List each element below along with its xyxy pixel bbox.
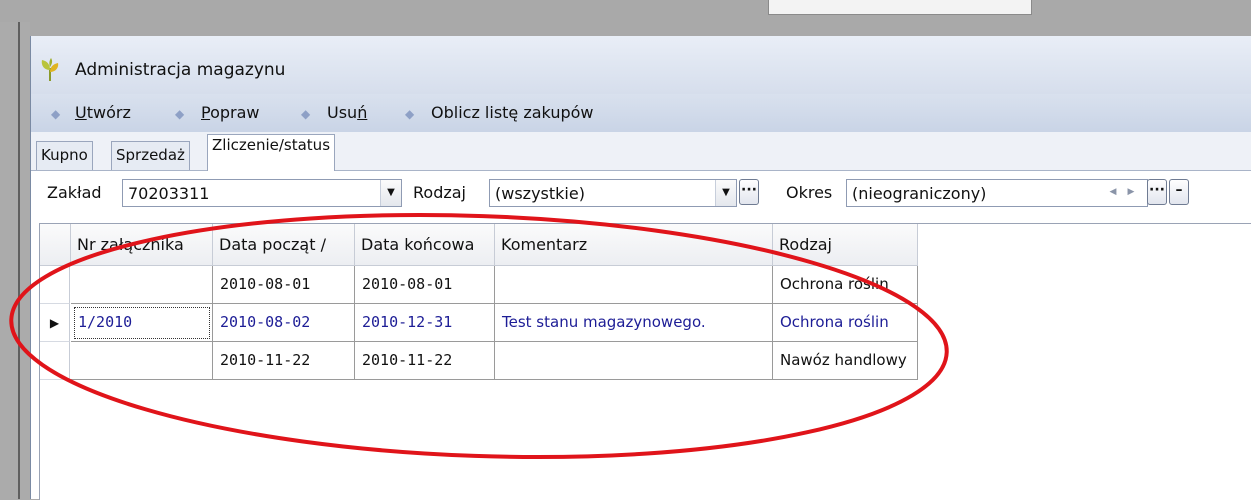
cell-end[interactable]: 2010-08-01 bbox=[355, 266, 495, 304]
cell-nr[interactable] bbox=[71, 342, 213, 380]
edit-accel: P bbox=[201, 103, 211, 122]
create-button[interactable]: Utwórz bbox=[75, 103, 131, 122]
zaklad-label: Zakład bbox=[47, 183, 102, 202]
col-header-nr[interactable]: Nr załącznika bbox=[71, 224, 213, 266]
desktop-background bbox=[0, 0, 1251, 36]
cell-comment[interactable] bbox=[495, 266, 773, 304]
rodzaj-browse-button[interactable]: ··· bbox=[739, 179, 759, 205]
col-header-start[interactable]: Data począt / bbox=[213, 224, 355, 266]
rodzaj-label: Rodzaj bbox=[413, 183, 466, 202]
cell-type[interactable]: Ochrona roślin bbox=[773, 266, 918, 304]
tab-zliczenie-status[interactable]: Zliczenie/status bbox=[207, 134, 336, 171]
plant-leaf-icon bbox=[39, 58, 61, 86]
col-header-end[interactable]: Data końcowa bbox=[355, 224, 495, 266]
cell-end[interactable]: 2010-11-22 bbox=[355, 342, 495, 380]
cell-comment[interactable]: Test stanu magazynowego. bbox=[495, 304, 773, 342]
cell-start[interactable]: 2010-11-22 bbox=[213, 342, 355, 380]
delete-accel: ń bbox=[357, 103, 368, 122]
okres-clear-button[interactable]: – bbox=[1169, 179, 1189, 205]
calculate-purchase-list-button[interactable]: Oblicz listę zakupów bbox=[431, 103, 594, 122]
zaklad-combo[interactable]: 70203311 ▼ bbox=[122, 179, 402, 207]
title-bar: Administracja magazynu bbox=[31, 36, 1251, 94]
cell-comment[interactable] bbox=[495, 342, 773, 380]
delete-label: Usu bbox=[327, 103, 358, 122]
chevron-down-icon[interactable]: ▼ bbox=[715, 180, 736, 206]
okres-value: (nieograniczony) bbox=[852, 184, 987, 203]
cell-end[interactable]: 2010-12-31 bbox=[355, 304, 495, 342]
cell-type[interactable]: Nawóz handlowy bbox=[773, 342, 918, 380]
edit-label: opraw bbox=[210, 103, 260, 122]
okres-field[interactable]: (nieograniczony) bbox=[846, 179, 1148, 207]
create-label: twórz bbox=[86, 103, 131, 122]
cell-start[interactable]: 2010-08-02 bbox=[213, 304, 355, 342]
col-header-comment[interactable]: Komentarz bbox=[495, 224, 773, 266]
current-row-arrow-icon: ▶ bbox=[40, 304, 70, 342]
bullet-icon: ◆ bbox=[51, 107, 61, 121]
zaklad-value: 70203311 bbox=[128, 184, 210, 203]
row-indicator-header bbox=[40, 224, 71, 266]
tab-kupno[interactable]: Kupno bbox=[36, 141, 93, 170]
frame-border bbox=[18, 22, 20, 499]
create-accel: U bbox=[75, 103, 87, 122]
cell-nr[interactable]: 1/2010 bbox=[71, 304, 213, 342]
cell-type[interactable]: Ochrona roślin bbox=[773, 304, 918, 342]
data-grid: Nr załącznika Data począt / Data końcowa… bbox=[39, 223, 1251, 500]
rodzaj-value: (wszystkie) bbox=[495, 184, 585, 203]
bullet-icon: ◆ bbox=[301, 107, 311, 121]
tab-strip: Kupno Sprzedaż Zliczenie/status bbox=[31, 132, 1251, 171]
filter-bar: Zakład 70203311 ▼ Rodzaj (wszystkie) ▼ ·… bbox=[31, 171, 1251, 215]
col-header-type[interactable]: Rodzaj bbox=[773, 224, 918, 266]
cell-nr[interactable] bbox=[71, 266, 213, 304]
row-indicator bbox=[40, 342, 70, 380]
cell-start[interactable]: 2010-08-01 bbox=[213, 266, 355, 304]
okres-browse-button[interactable]: ··· bbox=[1147, 179, 1167, 205]
warehouse-admin-window: Administracja magazynu ◆ Utwórz ◆ Popraw… bbox=[30, 36, 1251, 500]
next-period-icon[interactable]: ▶ bbox=[1124, 183, 1138, 201]
okres-label: Okres bbox=[786, 183, 833, 202]
outer-frame bbox=[0, 22, 30, 499]
previous-period-icon[interactable]: ◀ bbox=[1106, 183, 1120, 201]
command-toolbar: ◆ Utwórz ◆ Popraw ◆ Usuń ◆ Oblicz listę … bbox=[31, 94, 1251, 133]
row-indicator bbox=[40, 266, 70, 304]
edit-button[interactable]: Popraw bbox=[201, 103, 260, 122]
window-title: Administracja magazynu bbox=[75, 60, 286, 80]
rodzaj-combo[interactable]: (wszystkie) ▼ bbox=[489, 179, 737, 207]
bullet-icon: ◆ bbox=[405, 107, 415, 121]
background-window-edge bbox=[768, 0, 1032, 15]
tab-sprzedaz[interactable]: Sprzedaż bbox=[111, 141, 190, 170]
bullet-icon: ◆ bbox=[175, 107, 185, 121]
chevron-down-icon[interactable]: ▼ bbox=[380, 180, 401, 206]
delete-button[interactable]: Usuń bbox=[327, 103, 367, 122]
